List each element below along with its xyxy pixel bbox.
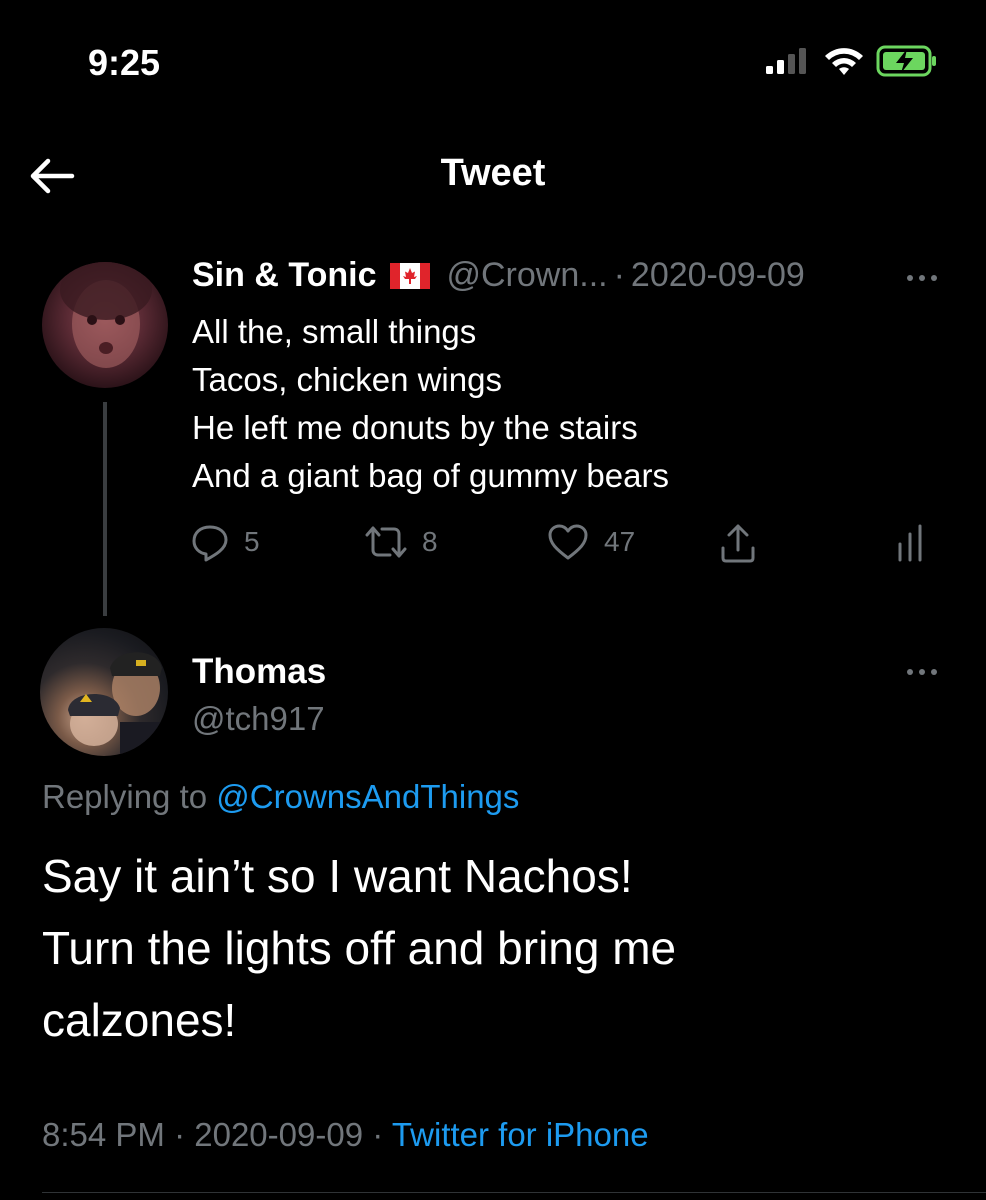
more-options-button[interactable] [902,660,942,684]
heart-icon [548,524,588,560]
parent-handle[interactable]: @Crown... [446,256,607,295]
canada-flag-icon [390,262,431,289]
more-options-button[interactable] [902,266,942,290]
tweet-text-line: And a giant bag of gummy bears [192,457,669,494]
tweet-text-line: He left me donuts by the stairs [192,409,638,446]
avatar-thomas[interactable] [40,628,168,756]
tweet-text-line: Say it ain’t so I want Nachos! [42,850,633,902]
parent-display-name[interactable]: Sin & Tonic [192,256,376,295]
status-icons [764,44,938,78]
more-horizontal-icon [907,275,937,281]
status-bar-time: 9:25 [88,42,161,83]
tweet-action-bar: 5 8 47 [190,522,950,566]
tweet-text-line: Tacos, chicken wings [192,361,502,398]
page-title: Tweet [440,152,546,194]
parent-tweet-header: Sin & Tonic @Crown... · 2020-09-09 [192,256,805,295]
divider [42,1192,986,1193]
tweet-text-line: All the, small things [192,313,477,350]
tweet-time: 8:54 PM [42,1116,165,1153]
share-button[interactable] [718,522,758,564]
tweet-metadata: 8:54 PM · 2020-09-09 · Twitter for iPhon… [42,1116,649,1154]
separator-dot: · [174,1116,186,1153]
mention-link[interactable]: @CrownsAndThings [216,778,519,815]
like-button[interactable]: 47 [546,522,635,562]
retweet-icon [365,526,407,558]
battery-charging-icon [876,45,936,77]
tweet-source-link[interactable]: Twitter for iPhone [392,1116,649,1153]
cellular-signal-icon [766,48,806,74]
reply-icon [192,525,228,562]
parent-tweet-text: All the, small things Tacos, chicken win… [192,308,669,500]
tweet-date: 2020-09-09 [194,1116,364,1153]
reply-display-name[interactable]: Thomas [192,652,326,692]
retweet-button[interactable]: 8 [364,522,438,562]
replying-to-prefix: Replying to [42,778,208,815]
retweet-count: 8 [422,526,438,557]
tweet-text-line: calzones! [42,994,237,1046]
analytics-button[interactable] [894,522,926,562]
reply-tweet-text: Say it ain’t so I want Nachos! Turn the … [42,840,676,1056]
separator-dot: · [372,1116,384,1153]
reply-count: 5 [244,526,260,557]
more-horizontal-icon [907,669,937,675]
replying-to: Replying to @CrownsAndThings [42,778,519,816]
separator-dot: · [613,256,625,294]
reply-button[interactable]: 5 [190,522,260,562]
thread-connector-line [103,402,107,616]
analytics-icon [898,524,922,562]
avatar-sin-and-tonic[interactable] [42,262,168,388]
share-icon [721,524,755,563]
wifi-icon [825,48,863,75]
reply-handle[interactable]: @tch917 [192,700,325,738]
like-count: 47 [604,526,636,557]
parent-date[interactable]: 2020-09-09 [631,256,805,295]
tweet-text-line: Turn the lights off and bring me [42,922,677,974]
